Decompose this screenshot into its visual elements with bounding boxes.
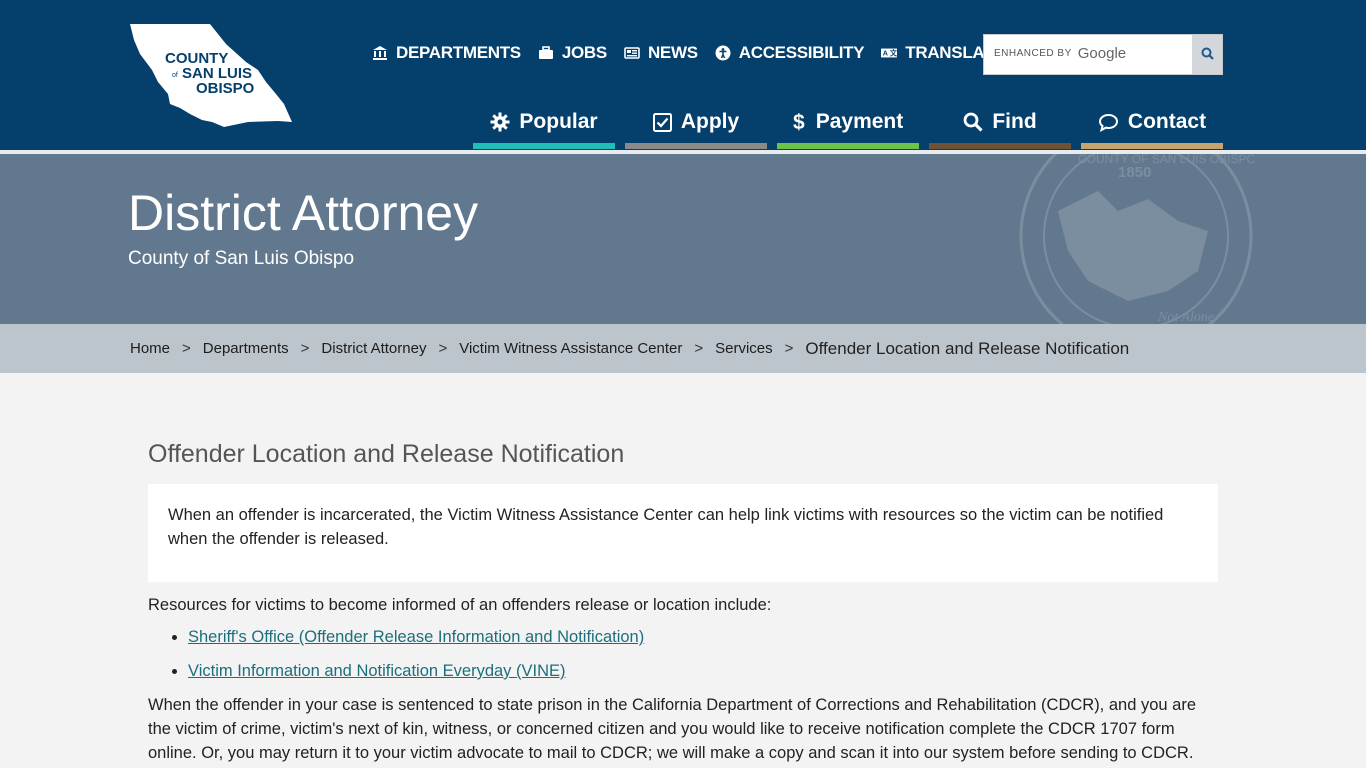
translate-icon: A文 [881, 45, 898, 61]
briefcase-icon [538, 45, 554, 61]
svg-text:$: $ [793, 111, 805, 133]
main-content: Offender Location and Release Notificati… [148, 373, 1218, 765]
search-icon [963, 112, 983, 132]
breadcrumb-victim-witness[interactable]: Victim Witness Assistance Center [459, 340, 682, 357]
chat-bubble-icon [1098, 113, 1119, 132]
seal-year: 1850 [1118, 164, 1151, 181]
nav-find-accent [929, 143, 1071, 149]
page-banner: District Attorney County of San Luis Obi… [0, 154, 1366, 324]
util-news[interactable]: NEWS [624, 42, 698, 64]
resources-list: Sheriff's Office (Offender Release Infor… [148, 625, 1218, 683]
nav-payment-label: Payment [815, 110, 904, 133]
breadcrumb-home[interactable]: Home [130, 340, 170, 357]
util-news-label: NEWS [647, 43, 698, 62]
accessibility-icon [715, 45, 731, 61]
breadcrumb-separator: > [182, 340, 191, 357]
site-search: ENHANCED BY Google [983, 34, 1223, 75]
gear-icon [490, 112, 510, 132]
newspaper-icon [624, 45, 640, 61]
logo-of: of [172, 72, 178, 79]
nav-popular-accent [473, 143, 615, 149]
site-header: COUNTY of SAN LUIS OBISPO DEPARTMENTS JO… [0, 0, 1366, 150]
util-accessibility[interactable]: ACCESSIBILITY [715, 42, 865, 64]
building-icon [372, 45, 388, 61]
main-nav: Popular Apply $ Payment Find Contact [473, 95, 1223, 149]
sheriff-link[interactable]: Sheriff's Office (Offender Release Infor… [188, 628, 644, 646]
county-seal: 1850 COUNTY OF SAN LUIS OBISPO Not Alone [1019, 154, 1254, 324]
breadcrumb-separator: > [438, 340, 448, 357]
resources-intro: Resources for victims to become informed… [148, 596, 772, 614]
nav-contact-label: Contact [1127, 110, 1207, 133]
search-icon [1201, 47, 1214, 63]
nav-contact[interactable]: Contact [1081, 95, 1223, 149]
nav-payment-accent [777, 143, 919, 149]
logo-line3: OBISPO [196, 80, 255, 97]
list-item: Sheriff's Office (Offender Release Infor… [188, 625, 1218, 649]
svg-text:A: A [883, 50, 888, 58]
nav-payment[interactable]: $ Payment [777, 95, 919, 149]
nav-apply-accent [625, 143, 767, 149]
county-logo[interactable]: COUNTY of SAN LUIS OBISPO [128, 22, 294, 128]
dollar-icon: $ [793, 111, 807, 133]
nav-popular[interactable]: Popular [473, 95, 615, 149]
intro-box: When an offender is incarcerated, the Vi… [148, 484, 1218, 582]
seal-ring-text: COUNTY OF SAN LUIS OBISPO [1078, 154, 1254, 166]
seal-motto: Not Alone [1157, 310, 1214, 324]
nav-find[interactable]: Find [929, 95, 1071, 149]
cdcr-paragraph: When the offender in your case is senten… [148, 696, 1196, 762]
vine-link[interactable]: Victim Information and Notification Ever… [188, 662, 566, 680]
util-accessibility-label: ACCESSIBILITY [738, 43, 865, 62]
nav-apply-label: Apply [680, 110, 740, 133]
breadcrumb-services[interactable]: Services [715, 340, 773, 357]
util-departments-label: DEPARTMENTS [396, 43, 521, 62]
utility-nav: DEPARTMENTS JOBS NEWS ACCESSIBILITY A文 T… [372, 42, 1021, 64]
breadcrumb-current: Offender Location and Release Notificati… [805, 338, 1130, 358]
page-subtitle: County of San Luis Obispo [128, 248, 355, 269]
checkbox-icon [652, 112, 672, 132]
breadcrumb-separator: > [694, 340, 704, 357]
search-button[interactable] [1192, 35, 1222, 74]
page-title: District Attorney [128, 185, 479, 241]
svg-text:文: 文 [890, 49, 897, 58]
util-jobs[interactable]: JOBS [538, 42, 607, 64]
nav-find-label: Find [992, 110, 1037, 133]
util-departments[interactable]: DEPARTMENTS [372, 42, 521, 64]
breadcrumb-separator: > [784, 340, 794, 357]
nav-popular-label: Popular [519, 110, 598, 133]
breadcrumb-district-attorney[interactable]: District Attorney [321, 340, 426, 357]
breadcrumb-separator: > [300, 340, 310, 357]
search-input[interactable] [984, 35, 1192, 74]
breadcrumb: Home > Departments > District Attorney >… [0, 324, 1366, 373]
nav-contact-accent [1081, 143, 1223, 149]
util-jobs-label: JOBS [561, 43, 607, 62]
breadcrumb-departments[interactable]: Departments [203, 340, 289, 357]
content-title: Offender Location and Release Notificati… [148, 440, 625, 468]
list-item: Victim Information and Notification Ever… [188, 659, 1218, 683]
nav-apply[interactable]: Apply [625, 95, 767, 149]
